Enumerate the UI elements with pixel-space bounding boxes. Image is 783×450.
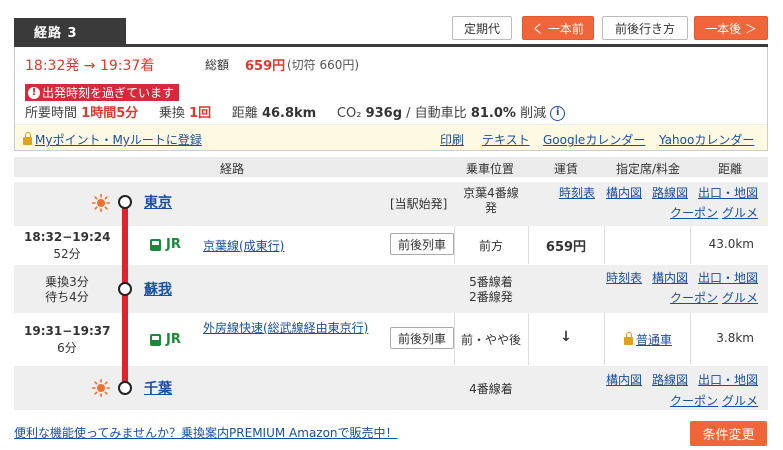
col-route: 経路 bbox=[219, 162, 244, 176]
next-train-button[interactable]: 一本後 ＞ bbox=[694, 16, 768, 40]
column-divider bbox=[690, 313, 691, 365]
lock-icon bbox=[624, 331, 633, 345]
train-icon bbox=[150, 238, 161, 251]
ticket-fare: (切符 660円) bbox=[287, 58, 360, 72]
platform-soga-out: 2番線発 bbox=[469, 290, 513, 304]
segment2-position: 前・やや後 bbox=[460, 333, 521, 347]
departed-warning: ! 出発時刻を過ぎています bbox=[25, 84, 180, 101]
fare-continued-arrow: ↓ bbox=[560, 329, 572, 345]
route-summary: 18:32発 → 19:37着 総額 659円 (切符 660円) ! 出発時刻を… bbox=[14, 47, 768, 151]
text-link[interactable]: テキスト bbox=[482, 131, 530, 148]
gourmet-link-chiba[interactable]: グルメ bbox=[722, 392, 758, 409]
timetable-link-tokyo[interactable]: 時刻表 bbox=[559, 184, 595, 201]
route-tab: 経路 3 bbox=[14, 18, 126, 45]
sun-icon bbox=[92, 194, 110, 212]
route-stats: 所要時間 1時間5分 乗換 1回 距離 46.8km CO₂ 936g / 自動… bbox=[25, 102, 566, 121]
co2-label: CO₂ bbox=[336, 106, 362, 121]
transfer-label: 乗換 bbox=[158, 106, 185, 121]
around-trains-button-1[interactable]: 前後列車 bbox=[390, 233, 454, 255]
exit-map-link-tokyo[interactable]: 出口・地図 bbox=[698, 184, 758, 201]
station-chiba-link[interactable]: 千葉 bbox=[144, 378, 172, 398]
around-routes-button[interactable]: 前後行き方 bbox=[602, 16, 688, 40]
operator-jr: JR bbox=[150, 332, 181, 347]
change-conditions-button[interactable]: 条件変更 bbox=[690, 421, 767, 446]
lock-icon bbox=[23, 131, 32, 145]
column-divider bbox=[528, 226, 529, 264]
exit-map-link-soga[interactable]: 出口・地図 bbox=[698, 269, 758, 286]
co2-value: 936g bbox=[365, 106, 403, 121]
station-soga-link[interactable]: 蘇我 bbox=[144, 279, 172, 299]
fare-label: 総額 bbox=[205, 58, 230, 72]
route-table-header: 経路 乗車位置 運賃 指定席/料金 距離 bbox=[14, 157, 768, 177]
coupon-link-tokyo[interactable]: クーポン bbox=[670, 204, 718, 221]
warning-text: 出発時刻を過ぎています bbox=[42, 86, 175, 100]
premium-promo-link[interactable]: 便利な機能使ってみませんか？乗換案内PREMIUM Amazonで販売中！ bbox=[14, 424, 398, 441]
commuter-pass-button[interactable]: 定期代 bbox=[452, 16, 512, 40]
previous-train-button[interactable]: く 一本前 bbox=[522, 16, 594, 40]
gourmet-link-tokyo[interactable]: グルメ bbox=[722, 204, 758, 221]
co2-ratio-label: / 自動車比 bbox=[406, 106, 467, 121]
station-map-link-chiba[interactable]: 構内図 bbox=[606, 371, 642, 388]
register-myroute-link[interactable]: Myポイント・Myルートに登録 bbox=[35, 133, 202, 147]
train-icon bbox=[150, 333, 161, 346]
coupon-link-soga[interactable]: クーポン bbox=[670, 289, 718, 306]
station-node-chiba bbox=[118, 381, 132, 395]
station-node-tokyo bbox=[118, 195, 132, 209]
gourmet-link-soga[interactable]: グルメ bbox=[722, 289, 758, 306]
reserved-seat-link[interactable]: 普通車 bbox=[636, 333, 672, 347]
route-map-link-tokyo[interactable]: 路線図 bbox=[652, 184, 688, 201]
segment1-position: 前方 bbox=[478, 239, 503, 253]
column-divider bbox=[454, 313, 455, 365]
yahoo-calendar-link[interactable]: Yahooカレンダー bbox=[659, 131, 754, 148]
station-tokyo-link[interactable]: 東京 bbox=[144, 192, 172, 212]
column-divider bbox=[454, 226, 455, 264]
coupon-link-chiba[interactable]: クーポン bbox=[670, 392, 718, 409]
segment1-distance: 43.0km bbox=[708, 237, 754, 251]
co2-ratio-value: 81.0% bbox=[470, 106, 516, 121]
timetable-link-soga[interactable]: 時刻表 bbox=[606, 269, 642, 286]
exit-map-link-chiba[interactable]: 出口・地図 bbox=[698, 371, 758, 388]
info-icon[interactable]: i bbox=[550, 106, 566, 121]
around-trains-button-2[interactable]: 前後列車 bbox=[390, 327, 454, 349]
print-link[interactable]: 印刷 bbox=[440, 131, 464, 148]
transfer-value: 1回 bbox=[189, 106, 212, 121]
segment1-duration: 52分 bbox=[53, 247, 81, 261]
column-divider bbox=[604, 313, 605, 365]
segment1-fare: 659円 bbox=[545, 240, 587, 255]
origin-note: [当駅始発] bbox=[390, 197, 448, 211]
col-position: 乗車位置 bbox=[465, 162, 514, 176]
total-fare: 659円 bbox=[245, 59, 286, 74]
platform-tokyo: 京葉4番線 発 bbox=[463, 186, 519, 215]
column-divider bbox=[690, 226, 691, 264]
route-map-link-chiba[interactable]: 路線図 bbox=[652, 371, 688, 388]
column-divider bbox=[528, 313, 529, 365]
exclamation-icon: ! bbox=[28, 86, 40, 99]
wait-time: 待ち4分 bbox=[45, 290, 89, 304]
google-calendar-link[interactable]: Googleカレンダー bbox=[543, 131, 645, 148]
distance-label: 距離 bbox=[231, 106, 258, 121]
segment2-distance: 3.8km bbox=[716, 331, 754, 345]
col-fare: 運賃 bbox=[553, 162, 578, 176]
col-distance: 距離 bbox=[717, 162, 742, 176]
operator-jr: JR bbox=[150, 237, 181, 252]
departure-arrival-time: 18:32発 → 19:37着 bbox=[25, 58, 155, 74]
duration-label: 所要時間 bbox=[25, 106, 78, 121]
line-link-keiyo[interactable]: 京葉線(成東行) bbox=[203, 237, 284, 254]
station-map-link-tokyo[interactable]: 構内図 bbox=[606, 184, 642, 201]
action-links-bar: Myポイント・Myルートに登録 印刷 テキスト Googleカレンダー Yaho… bbox=[15, 124, 767, 150]
distance-value: 46.8km bbox=[261, 106, 317, 121]
co2-suffix: 削減 bbox=[520, 106, 547, 121]
line-link-sotobo[interactable]: 外房線快速(総武線経由東京行) bbox=[203, 319, 383, 337]
duration-value: 1時間5分 bbox=[81, 106, 139, 121]
column-divider bbox=[604, 226, 605, 264]
station-map-link-soga[interactable]: 構内図 bbox=[652, 269, 688, 286]
platform-chiba: 4番線着 bbox=[469, 382, 513, 396]
sun-icon bbox=[92, 379, 110, 397]
segment2-duration: 6分 bbox=[57, 341, 77, 355]
col-reserved: 指定席/料金 bbox=[615, 162, 681, 176]
segment2-time: 19:31−19:37 bbox=[24, 324, 111, 338]
segment1-time: 18:32−19:24 bbox=[24, 230, 111, 244]
station-node-soga bbox=[118, 282, 132, 296]
